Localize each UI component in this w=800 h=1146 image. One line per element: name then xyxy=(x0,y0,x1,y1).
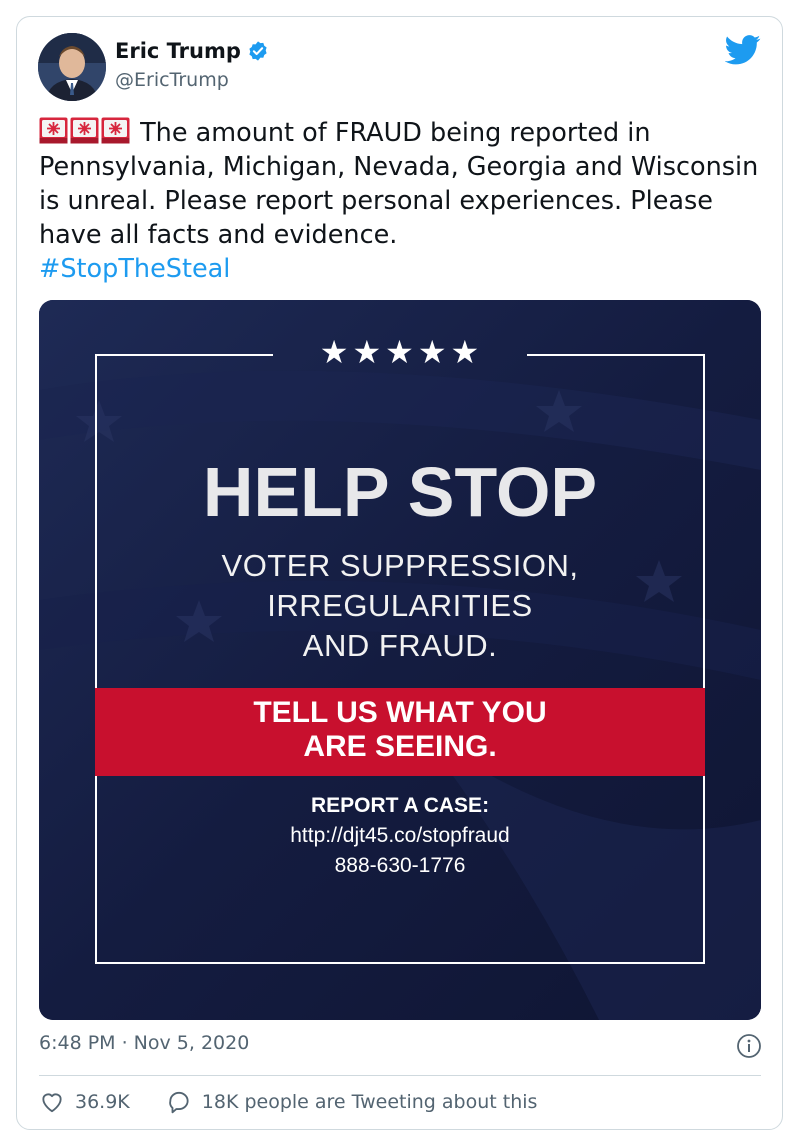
stars-row: ★★★★★ xyxy=(319,333,484,371)
callout-line: TELL US WHAT YOU xyxy=(253,696,547,729)
image-headline: HELP STOP xyxy=(202,453,598,531)
info-icon[interactable] xyxy=(736,1033,762,1059)
speech-bubble-icon xyxy=(168,1091,189,1114)
tweet-timestamp[interactable]: 6:48 PM · Nov 5, 2020 xyxy=(39,1032,249,1054)
tweeting-text: 18K people are Tweeting about this xyxy=(201,1091,538,1113)
heart-icon xyxy=(42,1093,62,1113)
image-subline: IRREGULARITIES xyxy=(267,588,533,623)
frame-line xyxy=(95,962,705,964)
police-light-icon xyxy=(70,117,99,144)
image-subline: AND FRAUD. xyxy=(302,628,498,663)
callout-line: ARE SEEING. xyxy=(303,730,497,763)
tweet-text: The amount of FRAUD being reported in Pe… xyxy=(39,116,759,286)
like-button[interactable]: 36.9K xyxy=(39,1089,130,1115)
frame-line xyxy=(527,354,705,356)
image-subline: VOTER SUPPRESSION, xyxy=(221,548,579,583)
tweet-image[interactable]: ★★★★★ HELP STOP VOTER SUPPRESSION, IRREG… xyxy=(39,300,761,1020)
frame-line xyxy=(95,354,273,356)
tweet-card: Eric Trump @EricTrump The amount of FRAU… xyxy=(16,16,783,1130)
hashtag-link[interactable]: #StopTheSteal xyxy=(39,254,230,284)
tweeting-link[interactable]: 18K people are Tweeting about this xyxy=(166,1089,538,1115)
verified-badge-icon xyxy=(249,41,267,61)
author-name[interactable]: Eric Trump xyxy=(115,39,241,63)
twitter-bird-icon[interactable] xyxy=(725,35,761,65)
tweet-body: The amount of FRAUD being reported in Pe… xyxy=(39,118,759,250)
report-label: REPORT A CASE: xyxy=(310,794,490,817)
report-phone: 888-630-1776 xyxy=(334,854,466,877)
police-light-icon xyxy=(39,117,68,144)
divider xyxy=(39,1075,761,1076)
avatar[interactable] xyxy=(38,33,106,101)
author-handle[interactable]: @EricTrump xyxy=(115,69,229,91)
report-url: http://djt45.co/stopfraud xyxy=(290,824,510,847)
tweet-actions: 36.9K 18K people are Tweeting about this xyxy=(39,1089,537,1115)
like-count: 36.9K xyxy=(75,1091,130,1113)
police-light-icon xyxy=(101,117,130,144)
